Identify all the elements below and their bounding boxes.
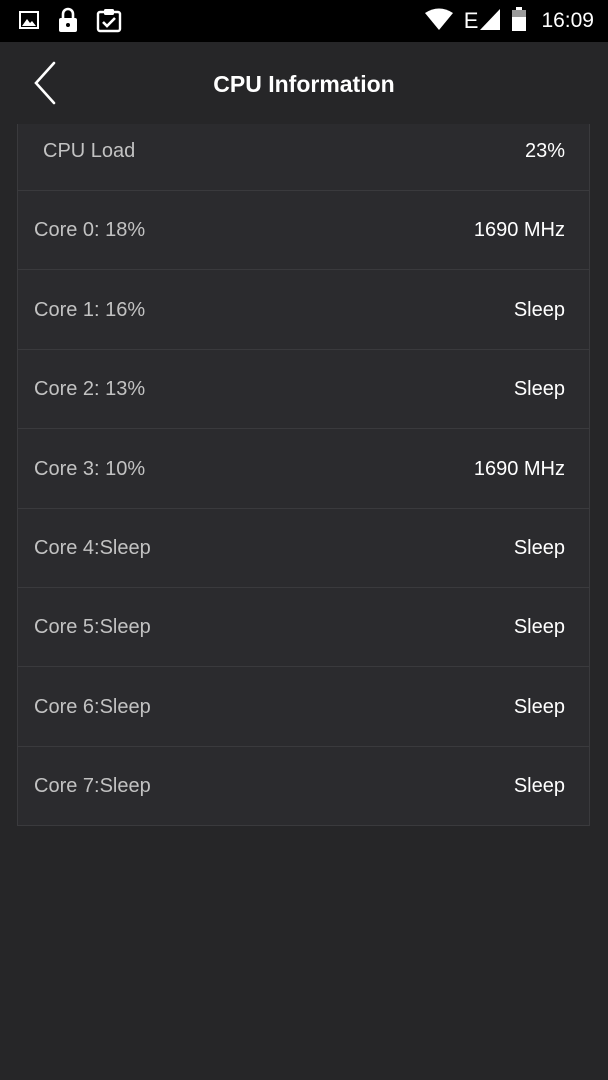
cpu-load-label: CPU Load xyxy=(43,140,136,162)
core-label: Core 0: 18% xyxy=(34,219,146,241)
core-row-6: Core 6:Sleep Sleep xyxy=(18,668,589,747)
core-row-1: Core 1: 16% Sleep xyxy=(18,271,589,350)
core-label: Core 5:Sleep xyxy=(34,616,151,638)
core-frequency: Sleep xyxy=(513,696,565,718)
core-label: Core 3: 10% xyxy=(34,458,146,480)
clock: 16:09 xyxy=(541,9,594,32)
core-label: Core 6:Sleep xyxy=(34,696,151,718)
lock-icon xyxy=(57,7,79,38)
battery-icon xyxy=(511,6,527,37)
core-label: Core 1: 16% xyxy=(34,299,146,321)
page-title: CPU Information xyxy=(213,71,395,97)
core-row-2: Core 2: 13% Sleep xyxy=(18,350,589,429)
cpu-load-row: CPU Load 23% xyxy=(18,112,589,191)
core-row-0: Core 0: 18% 1690 MHz xyxy=(18,191,589,270)
status-bar: E 16:09 xyxy=(0,0,608,42)
signal-icon xyxy=(479,7,501,36)
cpu-info-list: CPU Load 23% Core 0: 18% 1690 MHz Core 1… xyxy=(17,124,590,826)
core-row-4: Core 4:Sleep Sleep xyxy=(18,509,589,588)
cpu-load-value: 23% xyxy=(524,140,565,162)
core-frequency: Sleep xyxy=(513,299,565,321)
core-frequency: Sleep xyxy=(513,378,565,400)
core-frequency: 1690 MHz xyxy=(473,458,565,480)
core-label: Core 4:Sleep xyxy=(34,537,151,559)
core-frequency: Sleep xyxy=(513,537,565,559)
core-frequency: Sleep xyxy=(513,775,565,797)
core-row-7: Core 7:Sleep Sleep xyxy=(18,747,589,826)
system-status: E 16:09 xyxy=(424,6,594,36)
clipboard-check-icon xyxy=(96,7,122,38)
network-type: E xyxy=(463,8,479,33)
core-row-5: Core 5:Sleep Sleep xyxy=(18,588,589,667)
notification-icons xyxy=(18,7,122,38)
core-frequency: Sleep xyxy=(513,616,565,638)
core-label: Core 7:Sleep xyxy=(34,775,151,797)
wifi-icon xyxy=(424,7,454,36)
image-icon xyxy=(18,9,40,36)
core-row-3: Core 3: 10% 1690 MHz xyxy=(18,430,589,509)
core-label: Core 2: 13% xyxy=(34,378,146,400)
core-frequency: 1690 MHz xyxy=(473,219,565,241)
